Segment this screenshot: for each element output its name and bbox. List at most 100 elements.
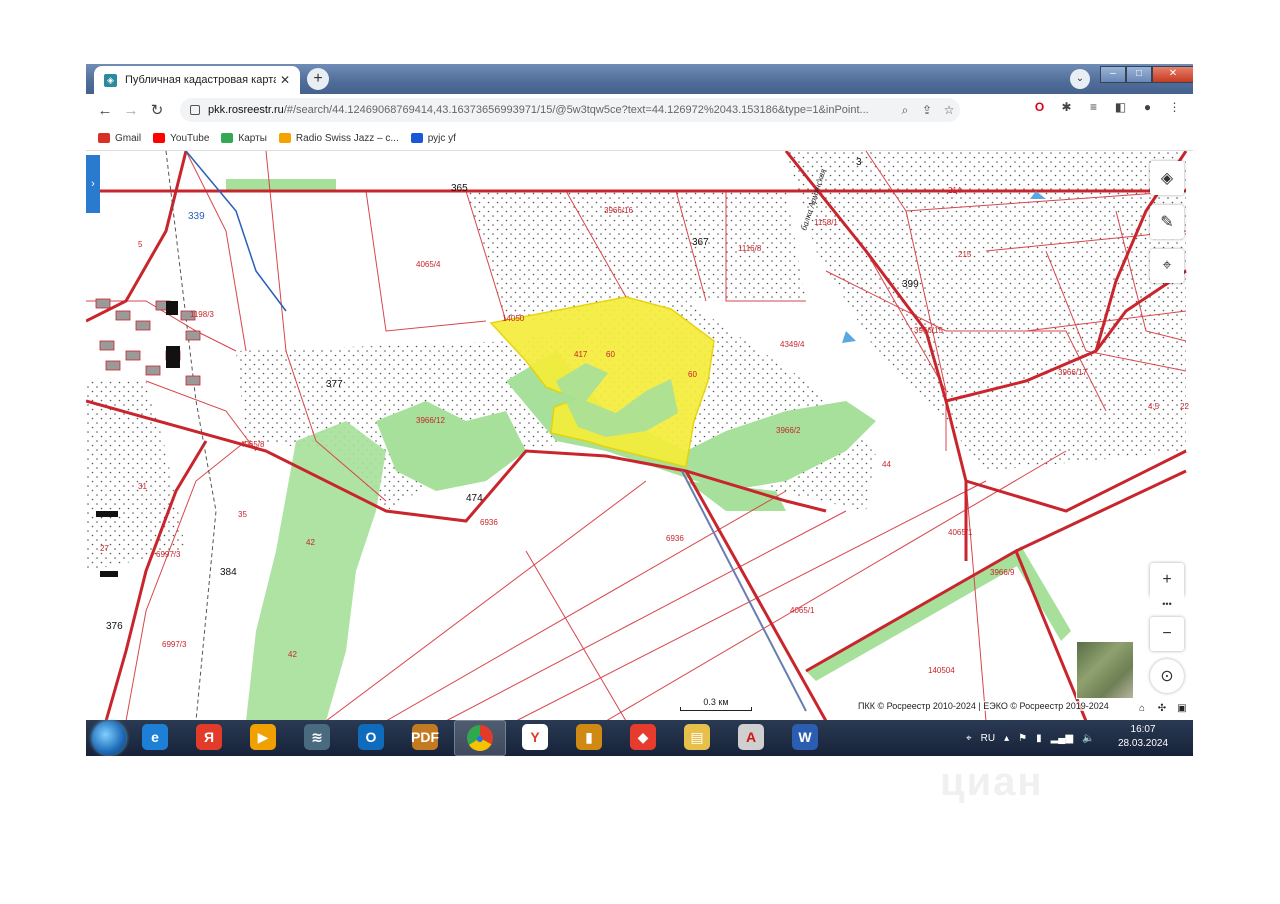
compass-icon[interactable]: ⊙ [1150, 659, 1184, 693]
taskbar-apps: e Я ▶ ≋ O PDF ● Y ▮ ◆ ▤ A W [126, 720, 830, 756]
bookmark-label: Карты [238, 132, 267, 144]
parcel-number-label: 60 [606, 350, 615, 359]
taskbar-app-pdf-viewer[interactable]: PDF [400, 720, 450, 754]
parcel-number-label: 60 [688, 370, 697, 379]
opera-icon[interactable]: O [1026, 100, 1053, 114]
forward-icon[interactable]: → [118, 102, 144, 119]
star-icon[interactable]: ☆ [938, 103, 960, 117]
locate-icon[interactable]: ⌖ [1150, 249, 1184, 283]
parcel-number-label: 4065/1 [790, 606, 815, 615]
building [145, 365, 161, 376]
taskbar-app-stack[interactable]: ≋ [292, 720, 342, 754]
parcel-number-label: 214 [948, 186, 962, 195]
back-icon[interactable]: ← [92, 102, 118, 119]
bookmark-label: рујс уf [427, 132, 456, 144]
browser-titlebar: ◈ Публичная кадастровая карта ✕ + ⌄ – □ … [86, 64, 1193, 94]
cadastral-map[interactable]: 3 365 214 339 5 3966/16 367 1116/8 1158/1 215 4065… [86, 150, 1193, 721]
print-icon[interactable]: ▣ [1172, 703, 1192, 714]
layers-icon[interactable]: ◈ [1150, 161, 1184, 195]
forest-patch [246, 421, 386, 721]
taskbar-clock[interactable]: 16:07 28.03.2024 [1118, 723, 1168, 751]
browser-tab[interactable]: ◈ Публичная кадастровая карта ✕ [94, 66, 300, 94]
address-bar[interactable]: pkk.rosreestr.ru/#/search/44.12469068769… [180, 98, 960, 122]
pdf-viewer-icon: PDF [411, 724, 439, 750]
taskbar-app-player[interactable]: ▶ [238, 720, 288, 754]
taskbar-app-explorer[interactable]: ▤ [672, 720, 722, 754]
taskbar-app-word[interactable]: W [780, 720, 830, 754]
zoom-out-button[interactable]: − [1150, 617, 1184, 651]
location-icon[interactable]: ⌖ [966, 733, 972, 744]
bookmark-item[interactable]: рујс уf [410, 132, 456, 144]
bookmark-item[interactable]: Radio Swiss Jazz – c... [278, 132, 399, 144]
building [115, 310, 131, 321]
minimize-button[interactable]: – [1100, 66, 1126, 83]
scale-label: 0.3 км [703, 697, 729, 707]
parcel-number-label: 4065/8 [240, 440, 265, 449]
side-panel-icon[interactable]: ◧ [1107, 100, 1134, 114]
close-window-button[interactable]: ✕ [1152, 66, 1193, 83]
reading-list-icon[interactable]: ≡ [1080, 100, 1107, 114]
map-copyright: ПКК © Росреестр 2010-2024 | ЕЭКО © Росре… [858, 701, 1109, 711]
bookmark-label: YouTube [170, 132, 210, 144]
taskbar-app-acrobat[interactable]: A [726, 720, 776, 754]
start-button[interactable] [92, 721, 126, 755]
language-indicator[interactable]: RU [981, 733, 995, 744]
bookmark-label: Radio Swiss Jazz – c... [295, 132, 399, 144]
puzzle-extensions-icon[interactable]: ✱ [1053, 100, 1080, 114]
ruler-icon[interactable]: ✎ [1150, 205, 1184, 239]
taskbar-app-outlook[interactable]: O [346, 720, 396, 754]
parcel-number-label: 3 [856, 157, 862, 168]
explorer-icon: ▤ [684, 724, 710, 750]
parcel-number-label: 399 [902, 279, 919, 290]
player-icon: ▶ [250, 724, 276, 750]
parcel-number-label: 1158/1 [814, 218, 838, 227]
bookmark-favicon-icon [98, 133, 110, 143]
tab-title: Публичная кадастровая карта [125, 74, 276, 86]
parcel-number-label: 215 [958, 250, 972, 259]
taskbar-app-chrome[interactable]: ● [454, 720, 506, 756]
parcel-number-label: 42 [306, 538, 315, 547]
lock-icon [190, 105, 200, 115]
power-icon[interactable]: ▮ [1036, 733, 1042, 744]
more-button[interactable]: ••• [1150, 591, 1184, 617]
outlook-icon: O [358, 724, 384, 750]
taskbar-app-yandex[interactable]: Я [184, 720, 234, 754]
bookmark-item[interactable]: Карты [221, 133, 267, 144]
building-dark [96, 511, 118, 517]
map-canvas[interactable]: 3 365 214 339 5 3966/16 367 1116/8 1158/1 215 4065… [86, 151, 1193, 721]
share-icon[interactable]: ⇪ [916, 103, 938, 117]
tab-close-button[interactable]: ✕ [276, 73, 294, 87]
home-icon[interactable]: ⌂ [1132, 703, 1152, 714]
url-text[interactable]: pkk.rosreestr.ru/#/search/44.12469068769… [208, 104, 894, 116]
flag-icon[interactable]: ⚑ [1018, 733, 1027, 744]
url-path: /#/search/44.12469068769414,43.163736569… [283, 104, 869, 116]
tray-expand-icon[interactable]: ▴ [1004, 733, 1009, 744]
bookmark-label: Gmail [115, 132, 142, 144]
scale-line [680, 707, 752, 711]
dotted-field [86, 381, 186, 571]
crosshair-icon[interactable]: ✣ [1152, 703, 1172, 714]
taskbar-app-yandex-browser[interactable]: Y [510, 720, 560, 754]
search-icon[interactable]: ⌕ [894, 103, 916, 118]
maximize-button[interactable]: □ [1126, 66, 1152, 83]
sidebar-collapse-button[interactable]: › [86, 155, 100, 213]
parcel-number-label: 42 [288, 650, 297, 659]
new-tab-button[interactable]: + [307, 68, 329, 90]
taskbar-app-ie[interactable]: e [130, 720, 180, 754]
parcel-boundary [445, 510, 847, 721]
acrobat-icon: A [738, 724, 764, 750]
profile-avatar-icon[interactable]: ● [1134, 100, 1161, 114]
bookmark-item[interactable]: YouTube [153, 133, 209, 144]
network-signal-icon[interactable]: ▂▄▆ [1051, 733, 1073, 744]
volume-icon[interactable]: 🔈 [1082, 733, 1094, 744]
satellite-layer-thumbnail[interactable] [1076, 641, 1134, 699]
menu-kebab-icon[interactable]: ⋮ [1161, 100, 1188, 114]
taskbar-app-books[interactable]: ▮ [564, 720, 614, 754]
parcel-number-label: 4065/4 [416, 260, 441, 269]
tab-search-button[interactable]: ⌄ [1070, 69, 1090, 89]
bookmark-favicon-icon [153, 133, 166, 143]
parcel-number-label: 1116/8 [738, 244, 762, 253]
bookmark-item[interactable]: Gmail [98, 133, 141, 144]
taskbar-app-anydesk[interactable]: ◆ [618, 720, 668, 754]
reload-icon[interactable]: ↻ [144, 101, 170, 119]
